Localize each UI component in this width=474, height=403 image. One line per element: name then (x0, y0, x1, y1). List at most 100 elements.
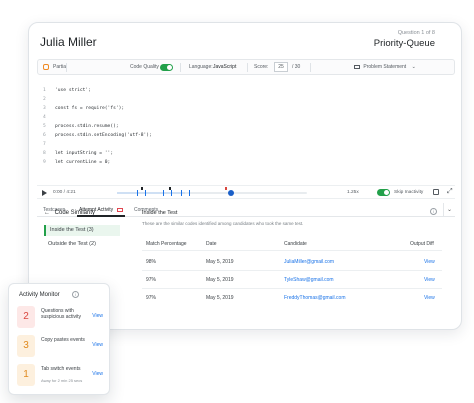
code-text: 'use strict'; (55, 88, 91, 93)
timeline-event (163, 190, 164, 196)
line-number: 2 (43, 97, 46, 102)
view-diff-link[interactable]: View (424, 259, 435, 265)
playback-speed[interactable]: 1.25x (347, 190, 359, 195)
line-number: 3 (43, 106, 46, 111)
code-quality-label: Code Quality (130, 64, 159, 70)
language-label: Language: (189, 64, 213, 70)
replay-player: 0:00 / 4:21 1.25x Skip Inactivity ⤢ (37, 185, 455, 199)
timeline-marker (141, 187, 143, 190)
timeline-marker (225, 187, 227, 190)
activity-label: Questions with suspicious activity (41, 308, 82, 320)
code-text: let currentLine = 0; (55, 160, 111, 165)
column-header-candidate: Candidate (284, 241, 307, 247)
line-number: 8 (43, 151, 46, 156)
timeline-marker (169, 187, 171, 190)
sidebar-item-outside-test[interactable]: Outside the Test (2) (44, 239, 120, 250)
candidate-email[interactable]: FreddyThomas@gmail.com (284, 295, 345, 301)
skip-inactivity-toggle[interactable] (377, 189, 390, 196)
code-line: 3 const fs = require('fs'); (43, 105, 124, 113)
code-similarity-title: Code Similarity (54, 210, 96, 216)
code-similarity-back[interactable]: ← Code Similarity (44, 210, 95, 216)
chevron-down-icon: ⌄ (411, 64, 416, 70)
play-icon[interactable] (42, 190, 47, 196)
skip-inactivity-label: Skip Inactivity (394, 190, 424, 195)
line-number: 6 (43, 133, 46, 138)
candidate-email[interactable]: TyleShaw@gmail.com (284, 277, 334, 283)
code-line: 4 (43, 114, 55, 122)
score-input[interactable]: 25 (274, 62, 288, 72)
activity-count-badge: 2 (17, 306, 35, 328)
line-number: 9 (43, 160, 46, 165)
score-total: / 30 (292, 64, 301, 70)
timeline-event (145, 190, 146, 196)
divider (180, 63, 181, 72)
view-diff-link[interactable]: View (424, 295, 435, 301)
code-line: 7 (43, 141, 55, 149)
match-date: May 5, 2019 (206, 259, 234, 265)
code-line: 9 let currentLine = 0; (43, 159, 110, 167)
code-line: 5 process.stdin.resume(); (43, 123, 119, 131)
activity-label: Tab switch events (41, 366, 81, 372)
problem-statement-button[interactable]: Problem Statement ⌄ (354, 64, 416, 70)
timeline-handle[interactable] (228, 190, 234, 196)
column-header-output-diff: Output Diff (410, 241, 434, 247)
activity-view-link[interactable]: View (92, 313, 103, 319)
line-number: 7 (43, 142, 46, 147)
info-icon[interactable]: i (72, 291, 79, 298)
flag-icon (116, 207, 123, 212)
match-date: May 5, 2019 (206, 277, 234, 283)
activity-count-badge: 3 (17, 335, 35, 357)
divider (310, 63, 311, 72)
fullscreen-icon[interactable]: ⤢ (447, 188, 453, 196)
code-quality-toggle[interactable] (160, 64, 173, 71)
score-label: Score: (254, 64, 269, 70)
info-icon[interactable]: i (430, 208, 437, 215)
candidate-email[interactable]: JuliaMiller@gmail.com (284, 259, 334, 265)
activity-count-badge: 1 (17, 364, 35, 386)
candidate-name: Julia Miller (40, 35, 97, 49)
code-text: process.stdin.setEncoding('utf-8'); (55, 133, 152, 138)
code-text: process.stdin.resume(); (55, 124, 119, 129)
section-title: Inside the Test (142, 210, 178, 216)
sidebar-item-inside-test[interactable]: Inside the Test (3) (44, 225, 120, 236)
timeline-event (189, 190, 190, 196)
timeline-event (171, 190, 172, 196)
code-line: 2 (43, 96, 55, 104)
question-toolbar: Partial Code Quality Language: JavaScrip… (37, 59, 455, 75)
timeline-track[interactable] (117, 187, 307, 196)
view-diff-link[interactable]: View (424, 277, 435, 283)
code-line: 8 let inputString = ''; (43, 150, 113, 158)
activity-monitor-title: Activity Monitor (19, 292, 60, 298)
question-title: Priority-Queue (373, 38, 435, 49)
activity-item: 3 Copy pastes events View (17, 335, 105, 357)
activity-view-link[interactable]: View (92, 371, 103, 377)
arrow-left-icon: ← (44, 210, 50, 216)
activity-sub-label: Away for 2 min 25 secs (41, 378, 83, 383)
divider (142, 288, 442, 289)
playback-time: 0:00 / 4:21 (53, 190, 76, 195)
tabs-bar: Testcases Attempt Activity Comments ⌄ (37, 203, 455, 217)
code-text: let inputString = ''; (55, 151, 114, 156)
copy-icon[interactable] (433, 189, 439, 195)
divider (142, 250, 442, 251)
activity-item: 2 Questions with suspicious activity View (17, 306, 105, 328)
section-description: These are the similar codes identified a… (142, 221, 304, 226)
collapse-panel-button[interactable]: ⌄ (443, 203, 455, 217)
code-line: 6 process.stdin.setEncoding('utf-8'); (43, 132, 152, 140)
column-header-date: Date (206, 241, 217, 247)
activity-label: Copy pastes events (41, 337, 85, 343)
status-badge: Partial (43, 64, 67, 70)
code-viewer[interactable]: 1 'use strict'; 2 3 const fs = require('fs')… (37, 79, 455, 181)
code-line: 1 'use strict'; (43, 87, 91, 95)
line-number: 5 (43, 124, 46, 129)
activity-monitor-card: Activity Monitor i 2 Questions with suspi… (8, 283, 110, 395)
timeline-event (137, 190, 138, 196)
line-number: 1 (43, 88, 46, 93)
match-date: May 5, 2019 (206, 295, 234, 301)
line-number: 4 (43, 115, 46, 120)
problem-statement-label: Problem Statement (363, 64, 407, 70)
code-text: const fs = require('fs'); (55, 106, 125, 111)
activity-view-link[interactable]: View (92, 342, 103, 348)
timeline-progress (117, 192, 186, 194)
language-value: JavaScript (213, 64, 237, 70)
